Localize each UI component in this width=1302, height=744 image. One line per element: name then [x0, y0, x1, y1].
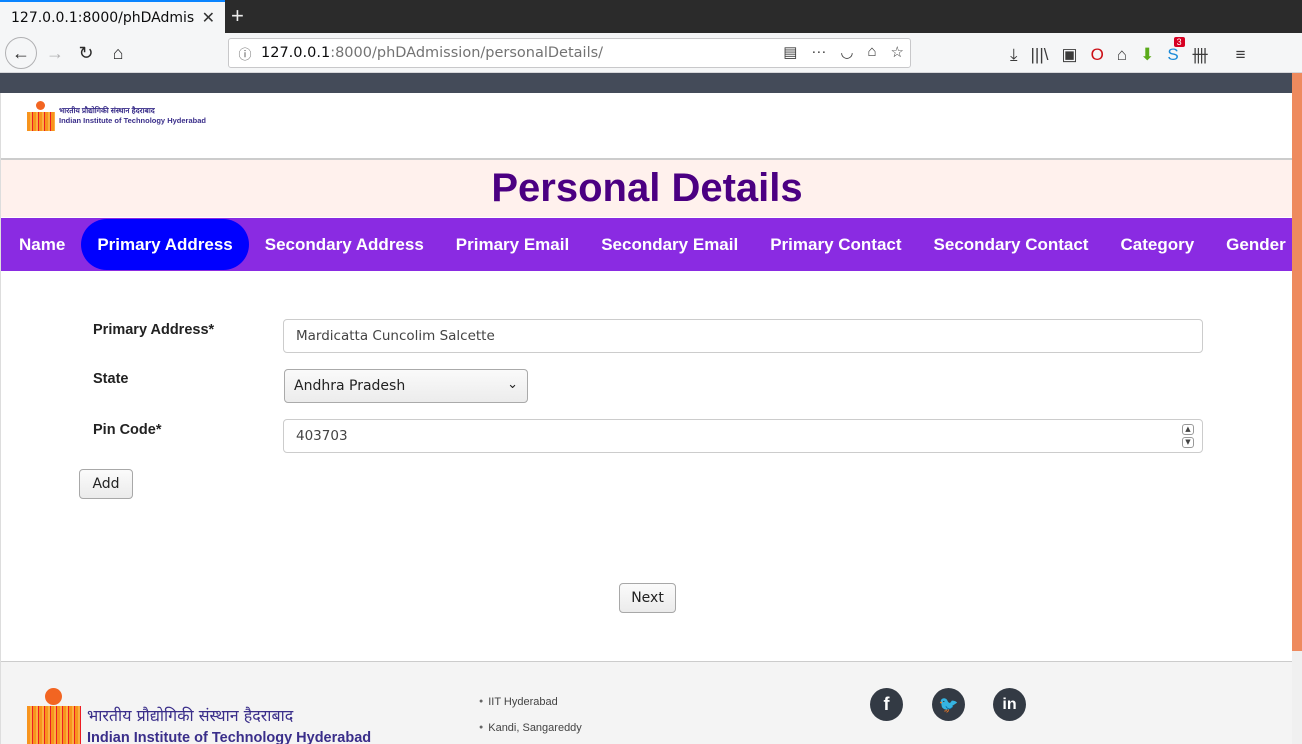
footer-logo[interactable]: भारतीय प्रौद्योगिकी संस्थान हैदराबाद Ind… [27, 688, 371, 744]
primary-address-input[interactable]: Mardicatta Cuncolim Salcette [283, 319, 1203, 353]
url-bar[interactable]: ⓘ 127.0.0.1:8000/phDAdmission/personalDe… [228, 38, 911, 68]
tab-secondary-contact[interactable]: Secondary Contact [918, 219, 1105, 270]
state-label: State [93, 371, 129, 387]
new-tab-icon[interactable]: + [231, 3, 244, 29]
facebook-icon[interactable]: f [870, 688, 903, 721]
title-band: Personal Details [1, 160, 1292, 217]
linkedin-icon[interactable]: in [993, 688, 1026, 721]
page-content: भारतीय प्रौद्योगिकी संस्थान हैदराबाद Ind… [0, 93, 1292, 744]
tab-primary-address[interactable]: Primary Address [81, 219, 249, 270]
twitter-icon[interactable]: 🐦 [932, 688, 965, 721]
close-icon[interactable]: ✕ [202, 8, 215, 27]
browser-tab[interactable]: 127.0.0.1:8000/phDAdmissi ✕ [0, 0, 225, 33]
back-icon[interactable]: ← [5, 37, 37, 69]
header-logo-hindi: भारतीय प्रौद्योगिकी संस्थान हैदराबाद [59, 106, 155, 115]
spin-down-icon[interactable]: ▼ [1182, 437, 1194, 448]
scrollbar-thumb[interactable] [1292, 73, 1302, 651]
bookmark-star-icon[interactable]: ☆ [891, 43, 904, 61]
sidebar-icon[interactable]: ▣ [1062, 45, 1078, 65]
page-top-strip [0, 73, 1292, 93]
state-select[interactable]: Andhra Pradesh ⌄ [284, 369, 528, 403]
tab-primary-email[interactable]: Primary Email [440, 219, 585, 270]
browser-toolbar: ← → ↻ ⌂ ⓘ 127.0.0.1:8000/phDAdmission/pe… [0, 33, 1302, 73]
download-icon[interactable]: ⤓ [1010, 45, 1018, 65]
tab-name[interactable]: Name [3, 219, 81, 270]
page-title: Personal Details [491, 166, 803, 210]
tab-category[interactable]: Category [1104, 219, 1210, 270]
reload-icon[interactable]: ↻ [71, 38, 101, 68]
chevron-down-icon: ⌄ [507, 377, 518, 392]
footer-address-line: Kandi, Sangareddy [479, 722, 582, 734]
tab-secondary-email[interactable]: Secondary Email [585, 219, 754, 270]
extension-home-icon[interactable]: ⌂ [867, 43, 876, 61]
opera-icon[interactable]: O [1091, 45, 1104, 65]
pin-code-value: 403703 [296, 428, 348, 444]
library-icon[interactable]: |||\ [1031, 45, 1049, 65]
spin-up-icon[interactable]: ▲ [1182, 424, 1194, 435]
reader-view-icon[interactable]: ▤ [783, 43, 797, 61]
browser-tab-title: 127.0.0.1:8000/phDAdmissi [11, 9, 194, 26]
add-button[interactable]: Add [79, 469, 133, 499]
iith-logo-icon [27, 101, 55, 131]
notification-extension-icon[interactable]: S3 [1167, 36, 1185, 65]
state-select-value: Andhra Pradesh [294, 378, 406, 394]
more-actions-icon[interactable]: ··· [811, 43, 826, 61]
header-logo-english: Indian Institute of Technology Hyderabad [59, 116, 206, 125]
browser-tab-bar: 127.0.0.1:8000/phDAdmissi ✕ + [0, 0, 1302, 33]
url-bar-actions: ▤ ··· ◡ ⌂ ☆ [783, 43, 904, 61]
pin-code-label: Pin Code* [93, 422, 162, 438]
pin-code-input[interactable]: 403703 ▲ ▼ [283, 419, 1203, 453]
browser-toolbar-icons: ⤓ |||\ ▣ O ⌂ ⬇ S3 卌 ≡ [1010, 36, 1246, 67]
url-text[interactable]: 127.0.0.1:8000/phDAdmission/personalDeta… [261, 45, 603, 61]
extension-home-icon-2[interactable]: ⌂ [1117, 45, 1127, 65]
pin-code-spinner: ▲ ▼ [1182, 424, 1194, 448]
header-logo[interactable]: भारतीय प्रौद्योगिकी संस्थान हैदराबाद Ind… [27, 101, 206, 131]
info-icon[interactable]: ⓘ [229, 44, 261, 63]
pocket-icon[interactable]: ◡ [840, 43, 853, 61]
footer-name-hindi: भारतीय प्रौद्योगिकी संस्थान हैदराबाद [87, 706, 294, 725]
footer-name-english: Indian Institute of Technology Hyderabad [87, 730, 372, 744]
tab-primary-contact[interactable]: Primary Contact [754, 219, 917, 270]
primary-address-value: Mardicatta Cuncolim Salcette [296, 328, 495, 344]
tab-secondary-address[interactable]: Secondary Address [249, 219, 440, 270]
forward-icon[interactable]: → [40, 38, 70, 68]
tab-gender[interactable]: Gender [1210, 219, 1292, 270]
notification-badge: 3 [1173, 36, 1185, 47]
menu-icon[interactable]: ≡ [1236, 45, 1246, 65]
fence-extension-icon[interactable]: 卌 [1192, 42, 1209, 67]
download-helper-icon[interactable]: ⬇ [1140, 45, 1154, 65]
section-tabs: Name Primary Address Secondary Address P… [1, 218, 1292, 271]
primary-address-label: Primary Address* [93, 322, 215, 338]
iith-footer-logo-icon [27, 688, 81, 744]
next-button[interactable]: Next [619, 583, 676, 613]
footer: भारतीय प्रौद्योगिकी संस्थान हैदराबाद Ind… [1, 661, 1292, 744]
footer-address-line: IIT Hyderabad [479, 696, 558, 708]
home-icon[interactable]: ⌂ [103, 38, 133, 68]
